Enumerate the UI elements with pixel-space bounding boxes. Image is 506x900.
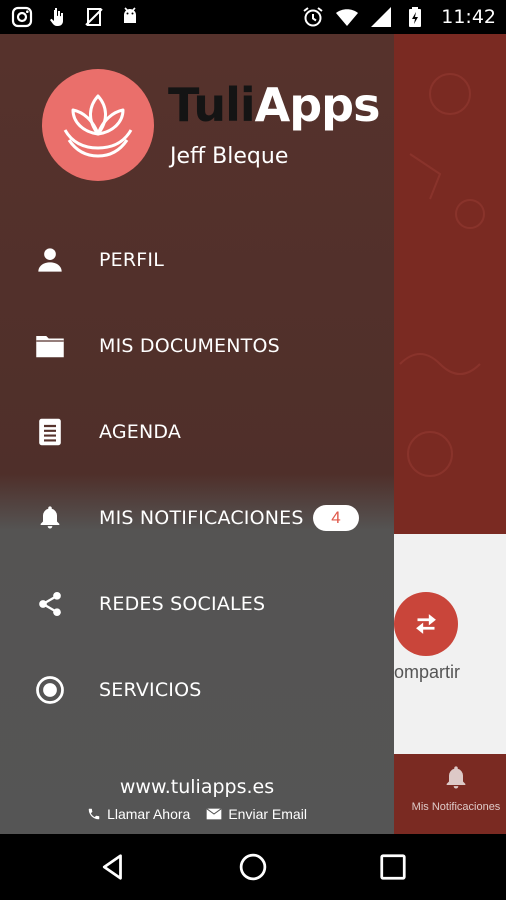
menu-item-perfil[interactable]: PERFIL: [0, 217, 394, 303]
email-icon: [206, 808, 222, 820]
navigation-drawer: TuliApps Jeff Bleque PERFIL MIS DOCUMENT…: [0, 34, 394, 834]
call-now-label: Llamar Ahora: [107, 806, 191, 822]
send-email-button[interactable]: Enviar Email: [206, 806, 307, 822]
brand-name: TuliApps: [168, 78, 381, 132]
back-icon[interactable]: [98, 852, 128, 882]
clock-time: 11:42: [441, 6, 496, 28]
bell-icon: [34, 502, 66, 534]
home-icon[interactable]: [238, 852, 268, 882]
bell-icon: [446, 766, 466, 789]
person-icon: [34, 244, 66, 276]
menu-label: REDES SOCIALES: [99, 593, 266, 615]
recents-icon[interactable]: [378, 852, 408, 882]
notepad-icon: [85, 8, 103, 26]
lotus-icon: [63, 94, 133, 158]
battery-charging-icon: [409, 7, 422, 27]
menu-item-redes-sociales[interactable]: REDES SOCIALES: [0, 561, 394, 647]
menu-label: MIS DOCUMENTOS: [99, 335, 280, 357]
status-bar: 11:42: [0, 0, 506, 34]
send-email-label: Enviar Email: [228, 806, 307, 822]
signal-icon: [371, 7, 392, 27]
share-icon: [34, 588, 66, 620]
menu-item-mis-documentos[interactable]: MIS DOCUMENTOS: [0, 303, 394, 389]
folder-icon: [34, 330, 66, 362]
alarm-icon: [303, 7, 323, 27]
menu-label: PERFIL: [99, 249, 164, 271]
brand-part-apps: Apps: [254, 78, 381, 132]
compartir-button[interactable]: [394, 592, 458, 656]
menu-item-agenda[interactable]: AGENDA: [0, 389, 394, 475]
swap-arrows-icon: [416, 614, 436, 634]
hand-icon: [50, 8, 63, 26]
bottom-nav-notificaciones[interactable]: Mis Notificaciones: [406, 764, 506, 813]
radio-button-icon: [34, 674, 66, 706]
menu-label: MIS NOTIFICACIONES: [99, 507, 304, 529]
website-link[interactable]: www.tuliapps.es: [0, 776, 394, 798]
brand-part-tuli: Tuli: [168, 78, 256, 132]
notification-count-badge: 4: [313, 505, 359, 531]
menu-label: SERVICIOS: [99, 679, 202, 701]
compartir-label: ompartir: [394, 662, 461, 682]
system-navigation-bar: [0, 834, 506, 900]
bottom-nav-label: Mis Notificaciones: [411, 801, 501, 813]
android-icon: [124, 7, 136, 23]
agenda-icon: [34, 416, 66, 448]
call-now-button[interactable]: Llamar Ahora: [87, 806, 190, 822]
menu-label: AGENDA: [99, 421, 182, 443]
menu-item-servicios[interactable]: SERVICIOS: [0, 647, 394, 733]
wifi-icon: [336, 9, 359, 26]
footer-actions: Llamar Ahora Enviar Email: [0, 806, 394, 822]
instagram-icon: [11, 6, 33, 28]
phone-icon: [88, 808, 100, 820]
menu-item-mis-notificaciones[interactable]: MIS NOTIFICACIONES 4: [0, 475, 394, 561]
user-name: Jeff Bleque: [170, 144, 289, 169]
drawer-menu: PERFIL MIS DOCUMENTOS AGENDA MIS NOTIFIC…: [0, 217, 394, 733]
app-logo: [42, 69, 154, 181]
